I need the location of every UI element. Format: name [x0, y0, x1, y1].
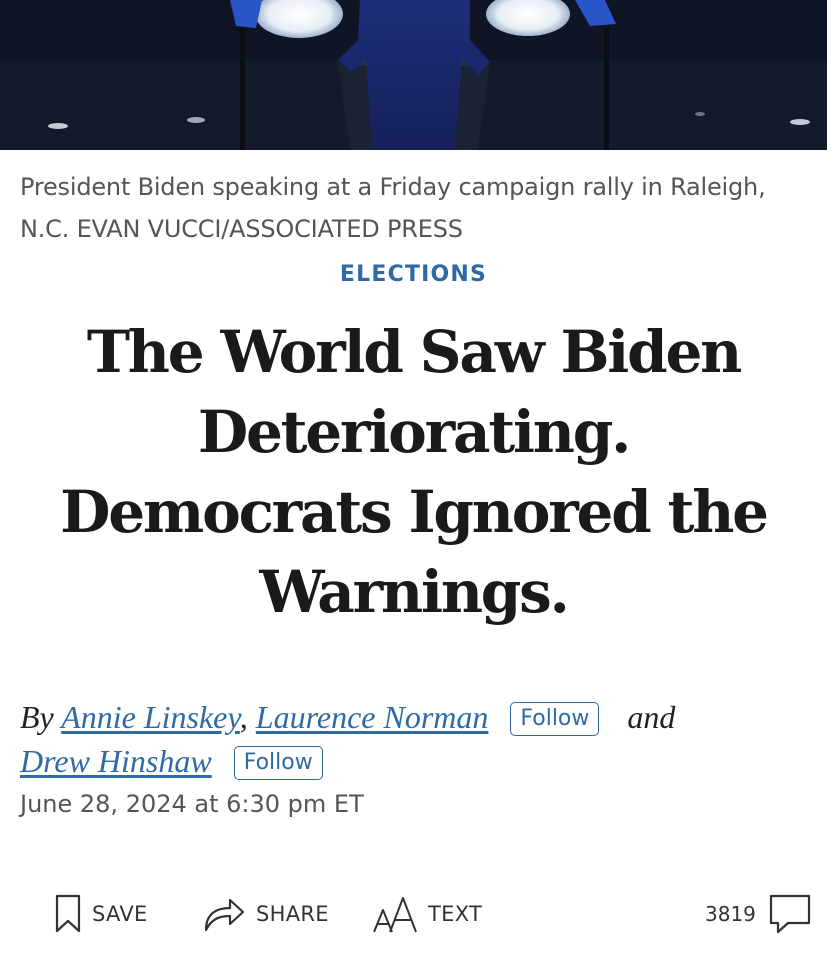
author-link-laurence-norman[interactable]: Laurence Norman	[256, 699, 489, 735]
share-button[interactable]: SHARE	[202, 892, 329, 936]
author-link-annie-linskey[interactable]: Annie Linskey	[61, 699, 240, 735]
follow-button-laurence-norman[interactable]: Follow	[510, 702, 600, 736]
comment-bubble-icon	[768, 893, 812, 935]
caption-line-2: N.C. EVAN VUCCI/ASSOCIATED PRESS	[20, 215, 463, 243]
share-arrow-icon	[202, 894, 246, 934]
article-headline: The World Saw Biden Deteriorating. Democ…	[20, 312, 807, 632]
text-label: TEXT	[428, 902, 483, 926]
headline-line-4: Warnings.	[259, 558, 569, 626]
article-toolbar: SAVE SHARE TEXT 3819	[0, 880, 827, 950]
share-label: SHARE	[256, 902, 329, 926]
text-size-icon	[372, 894, 418, 934]
byline-comma: ,	[239, 699, 248, 735]
byline-and: and	[627, 699, 676, 735]
save-button[interactable]: SAVE	[54, 892, 148, 936]
hero-photo	[0, 0, 827, 150]
comment-count: 3819	[705, 902, 756, 926]
byline-by: By	[20, 699, 54, 735]
headline-line-1: The World Saw Biden	[86, 318, 743, 386]
text-size-button[interactable]: TEXT	[372, 892, 482, 936]
byline: By Annie Linskey, Laurence Norman Follow…	[20, 695, 810, 783]
headline-line-2: Deteriorating.	[197, 398, 631, 466]
publish-date: June 28, 2024 at 6:30 pm ET	[20, 790, 364, 818]
save-label: SAVE	[92, 902, 148, 926]
byline-row-1: By Annie Linskey, Laurence Norman Follow…	[20, 695, 810, 739]
follow-button-drew-hinshaw[interactable]: Follow	[233, 746, 323, 780]
caption-line-1: President Biden speaking at a Friday cam…	[20, 173, 766, 201]
article-page: President Biden speaking at a Friday cam…	[0, 0, 827, 957]
byline-row-2: Drew Hinshaw Follow	[20, 739, 810, 783]
headline-line-3: Democrats Ignored the	[60, 478, 769, 546]
bookmark-icon	[54, 894, 82, 934]
comments-button[interactable]: 3819	[705, 892, 812, 936]
section-label-elections[interactable]: ELECTIONS	[0, 262, 827, 287]
rally-stage-image	[0, 0, 827, 150]
author-link-drew-hinshaw[interactable]: Drew Hinshaw	[20, 743, 212, 779]
photo-caption: President Biden speaking at a Friday cam…	[20, 166, 810, 250]
